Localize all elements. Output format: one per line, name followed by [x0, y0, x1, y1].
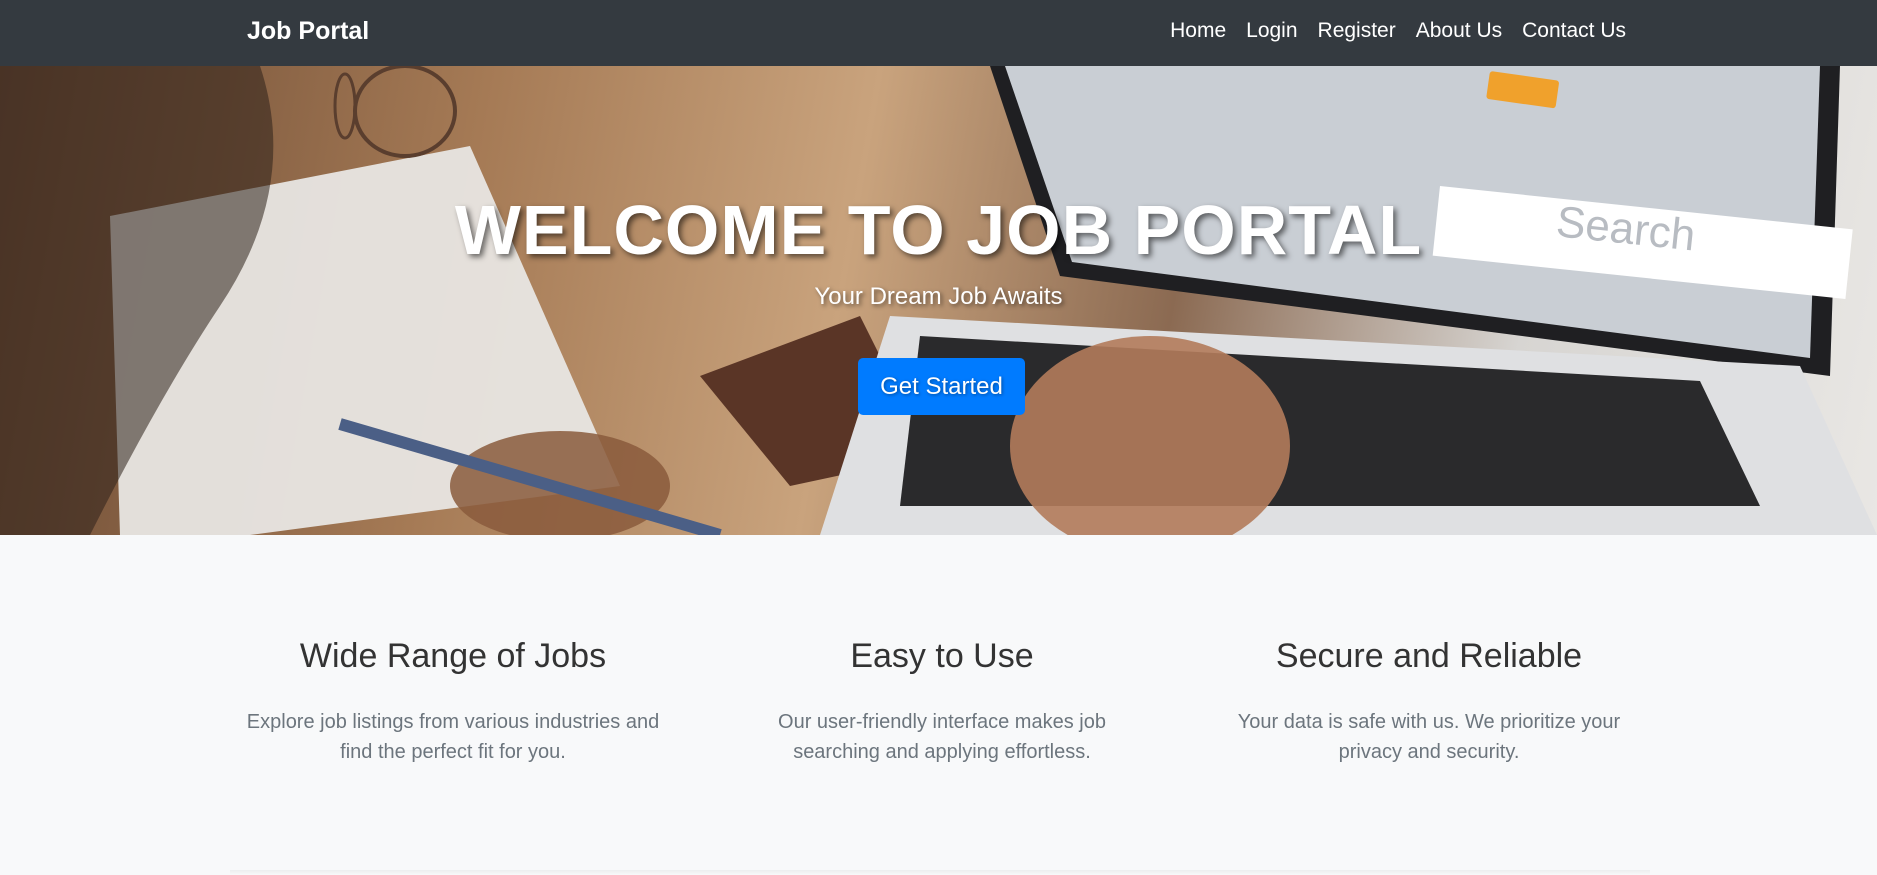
nav-link-contact-us[interactable]: Contact Us — [1522, 19, 1626, 43]
feature-description: Your data is safe with us. We prioritize… — [1237, 711, 1621, 763]
features-section: Wide Range of Jobs Explore job listings … — [0, 535, 1877, 875]
feature-description: Our user-friendly interface makes job se… — [778, 711, 1106, 763]
nav-link-about-us[interactable]: About Us — [1416, 19, 1502, 43]
nav-link-register[interactable]: Register — [1318, 19, 1396, 43]
navbar: Job Portal Home Login Register About Us … — [0, 0, 1877, 66]
feature-description: Explore job listings from various indust… — [246, 711, 660, 763]
nav-link-login[interactable]: Login — [1246, 19, 1297, 43]
feature-title: Secure and Reliable — [1275, 637, 1583, 675]
feature-title: Wide Range of Jobs — [299, 637, 607, 675]
hero-subtitle: Your Dream Job Awaits — [814, 283, 1063, 310]
get-started-button[interactable]: Get Started — [858, 358, 1025, 415]
section-divider — [230, 870, 1650, 875]
brand-logo[interactable]: Job Portal — [247, 0, 369, 62]
feature-title: Easy to Use — [850, 637, 1034, 675]
main-nav: Home Login Register About Us Contact Us — [1150, 0, 1626, 62]
hero-banner: Search WELCOME TO JOB PORTAL Your Dream … — [0, 66, 1877, 535]
hero-title: WELCOME TO JOB PORTAL — [454, 191, 1423, 269]
nav-link-home[interactable]: Home — [1170, 19, 1226, 43]
